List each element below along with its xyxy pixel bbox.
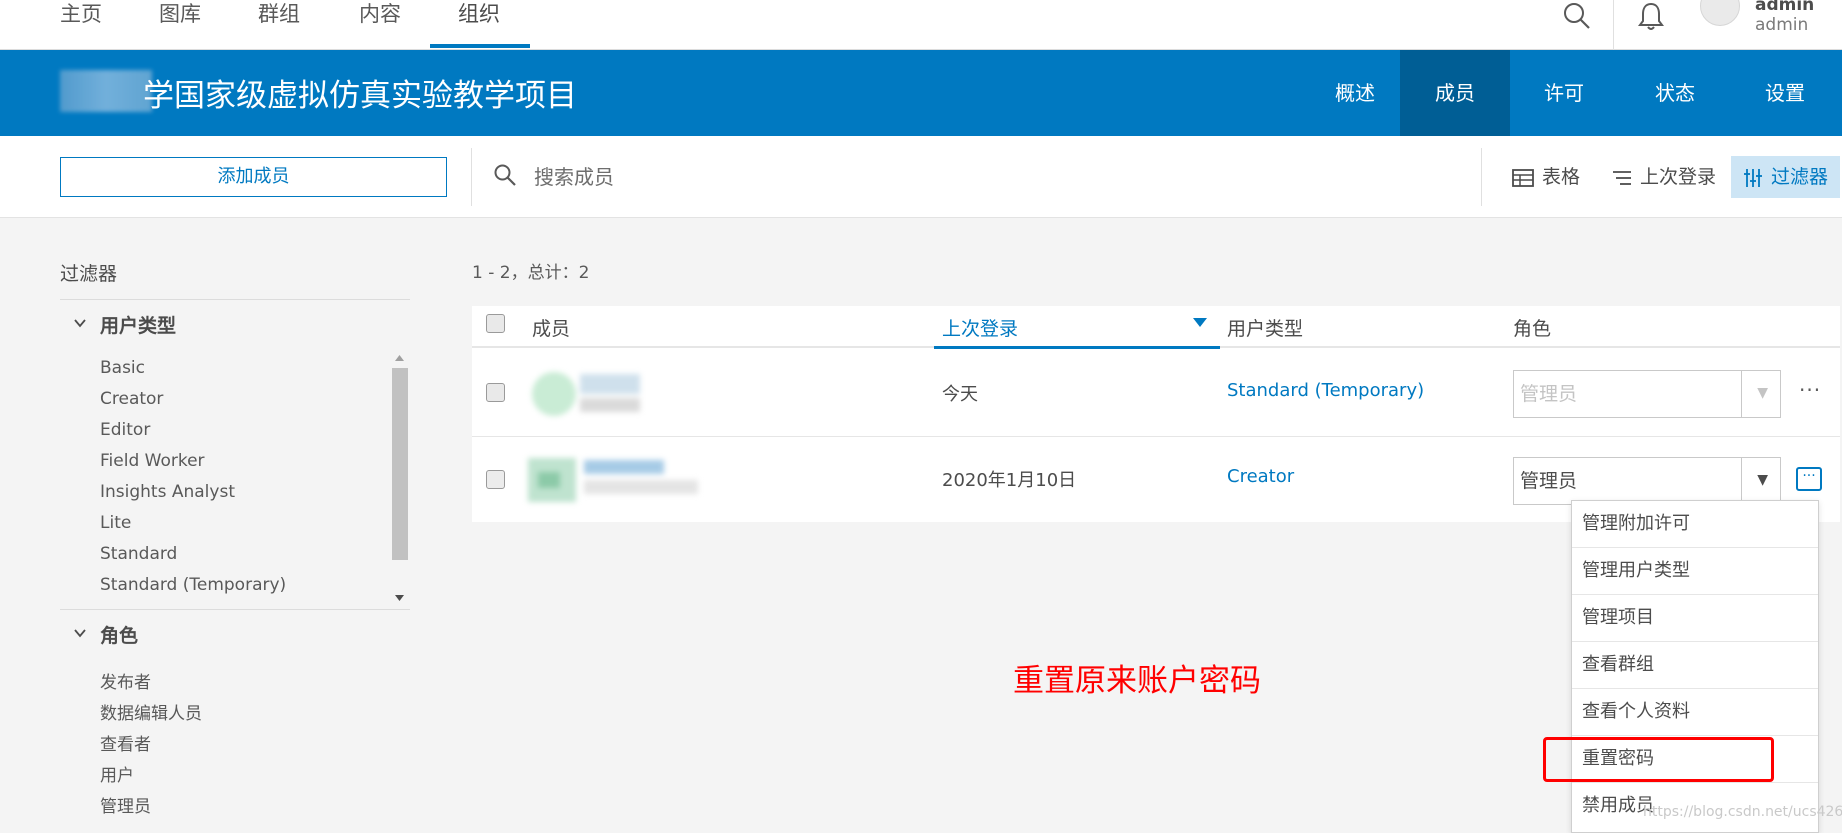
scrollbar-thumb[interactable] [392,368,408,560]
nav-gallery[interactable]: 图库 [159,0,201,50]
column-header-role[interactable]: 角色 [1513,314,1551,341]
dropdown-arrow-icon: ▼ [1757,472,1768,488]
watermark: https://blog.csdn.net/ucs426 [1643,804,1842,820]
divider [60,609,410,610]
select-all-checkbox[interactable] [486,314,505,333]
nav-organization[interactable]: 组织 [458,0,500,50]
dropdown-arrow-icon: ▼ [1757,385,1768,401]
role-select[interactable]: 管理员 ▼ [1513,370,1781,418]
last-login-value: 今天 [942,384,978,405]
role-select[interactable]: 管理员 ▼ [1513,457,1781,505]
filter-user-type-creator[interactable]: Creator [100,389,163,409]
role-select-value: 管理员 [1520,383,1578,405]
members-toolbar: 添加成员 表格 上次登录 过滤器 [0,136,1842,218]
annotation-text: 重置原来账户密码 [1013,663,1261,699]
toolbar-separator [471,148,472,206]
filter-role-viewer[interactable]: 查看者 [100,730,151,755]
reset-password-highlight [1543,737,1774,782]
select-divider [1741,371,1742,417]
search-icon [494,164,516,186]
nav-content[interactable]: 内容 [359,0,401,50]
menu-item-manage-user-type[interactable]: 管理用户类型 [1572,548,1818,595]
members-table: 成员 上次登录 用户类型 角色 今天 Standard (Temporary) … [472,306,1840,522]
tab-licenses[interactable]: 许可 [1514,50,1614,136]
filter-user-type-standard[interactable]: Standard [100,544,177,564]
tab-settings[interactable]: 设置 [1735,50,1835,136]
chevron-down-icon[interactable] [73,626,87,640]
filter-user-type-field-worker[interactable]: Field Worker [100,451,205,471]
row-divider [472,436,1840,437]
user-full-name[interactable]: admin [1755,0,1814,15]
nav-separator [1613,0,1614,50]
row-checkbox[interactable] [486,383,505,402]
role-select-value: 管理员 [1520,470,1578,492]
filter-user-type-lite[interactable]: Lite [100,513,131,533]
page-title: 学国家级虚拟仿真实验教学项目 [143,78,577,114]
sort-label: 上次登录 [1640,166,1717,188]
filter-role-publisher[interactable]: 发布者 [100,668,151,693]
filter-user-type-editor[interactable]: Editor [100,420,150,440]
table-view-button[interactable]: 表格 [1512,156,1580,198]
filter-role-user[interactable]: 用户 [100,761,134,786]
result-count: 1 - 2，总计：2 [472,263,590,283]
filter-user-type-basic[interactable]: Basic [100,358,145,378]
menu-item-view-groups[interactable]: 查看群组 [1572,642,1818,689]
avatar[interactable] [1700,0,1740,26]
sort-descending-icon[interactable] [1193,318,1207,327]
nav-home[interactable]: 主页 [60,0,102,50]
search-members-input[interactable] [534,158,1334,196]
member-actions-menu: 管理附加许可 管理用户类型 管理项目 查看群组 查看个人资料 重置密码 禁用成员 [1571,500,1819,833]
column-header-user-type[interactable]: 用户类型 [1227,314,1303,341]
row-checkbox[interactable] [486,470,505,489]
nav-groups[interactable]: 群组 [258,0,300,50]
add-member-button[interactable]: 添加成员 [60,157,447,197]
more-actions-button-open[interactable]: ··· [1796,467,1822,491]
more-actions-button[interactable]: ··· [1799,378,1821,402]
menu-item-manage-items[interactable]: 管理项目 [1572,595,1818,642]
tab-status[interactable]: 状态 [1625,50,1725,136]
tab-overview[interactable]: 概述 [1305,50,1405,136]
bell-icon[interactable] [1637,1,1665,31]
last-login-value: 2020年1月10日 [942,470,1077,491]
column-header-last-login[interactable]: 上次登录 [942,314,1018,341]
role-section-title[interactable]: 角色 [100,621,138,648]
user-type-section-title[interactable]: 用户类型 [100,311,176,338]
filter-role-administrator[interactable]: 管理员 [100,792,151,817]
filter-role-data-editor[interactable]: 数据编辑人员 [100,699,202,724]
user-type-link[interactable]: Standard (Temporary) [1227,380,1424,401]
table-icon [1512,168,1534,187]
menu-item-view-profile[interactable]: 查看个人资料 [1572,689,1818,736]
avatar[interactable] [524,452,704,508]
search-icon[interactable] [1562,1,1592,31]
divider [60,299,410,300]
filter-title: 过滤器 [60,263,118,285]
chevron-down-icon[interactable] [73,316,87,330]
user-type-link[interactable]: Creator [1227,466,1294,487]
filter-sliders-icon [1744,168,1762,187]
column-header-member[interactable]: 成员 [532,314,570,341]
filter-user-type-insights-analyst[interactable]: Insights Analyst [100,482,235,502]
redacted-title-prefix [60,70,152,112]
sort-indicator [934,346,1220,349]
top-navigation: 主页 图库 群组 内容 组织 admin admin [0,0,1842,50]
avatar[interactable] [528,366,648,422]
table-view-label: 表格 [1542,166,1581,188]
tab-members[interactable]: 成员 [1400,50,1510,136]
sort-icon [1613,170,1631,185]
filter-label: 过滤器 [1771,166,1829,188]
org-banner: 学国家级虚拟仿真实验教学项目 概述 成员 许可 状态 设置 [0,50,1842,136]
nav-active-indicator [430,44,530,48]
sort-button[interactable]: 上次登录 [1612,156,1716,198]
select-divider [1741,458,1742,504]
toolbar-separator [1481,148,1482,206]
menu-item-manage-addon-licenses[interactable]: 管理附加许可 [1572,501,1818,548]
filter-button[interactable]: 过滤器 [1731,156,1841,198]
user-username: admin [1755,15,1809,35]
filter-user-type-standard-temporary[interactable]: Standard (Temporary) [100,575,286,595]
